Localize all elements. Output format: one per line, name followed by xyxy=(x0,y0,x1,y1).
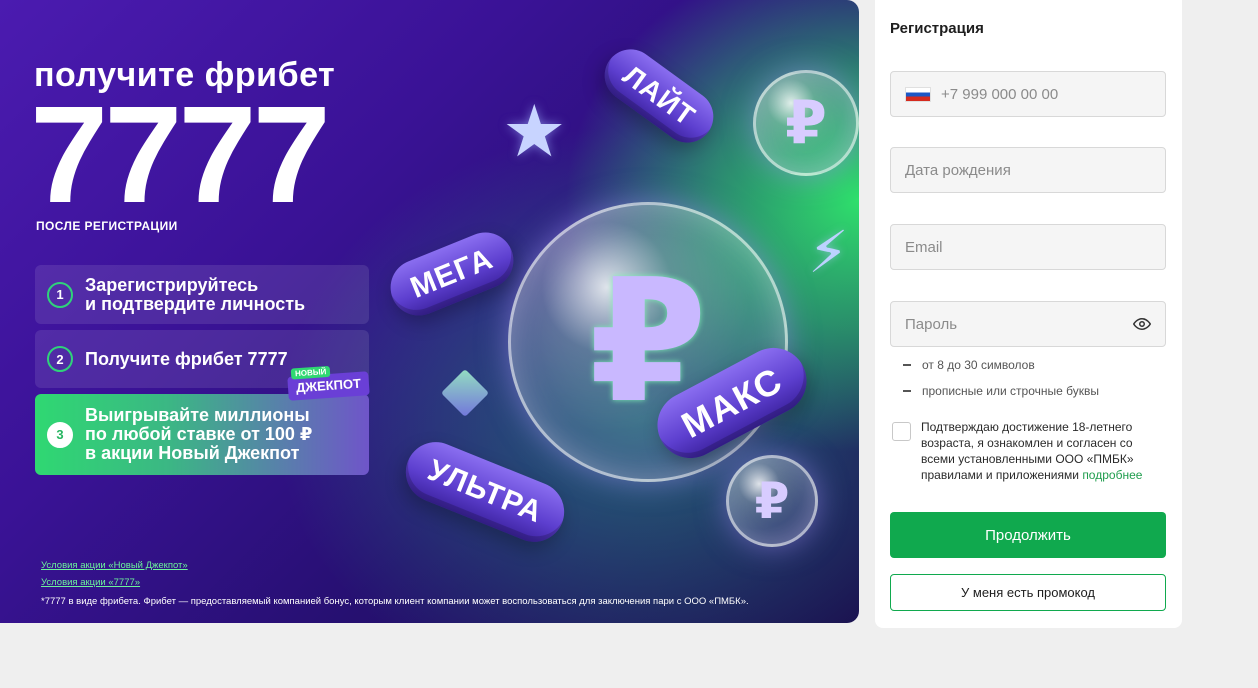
pill-mega: МЕГА xyxy=(382,224,522,324)
registration-title: Регистрация xyxy=(890,20,984,37)
hint-dash xyxy=(903,364,911,366)
promo-banner: ₽ ₽ ₽ ★ ⚡ ЛАЙТ МЕГА МАКС УЛЬТРА получите… xyxy=(0,0,859,623)
hint-dash xyxy=(903,390,911,392)
ruble-coin-small-top: ₽ xyxy=(753,70,859,176)
step-text: Выигрывайте миллионы по любой ставке от … xyxy=(85,406,312,463)
promo-step-1: 1 Зарегистрируйтесь и подтвердите личнос… xyxy=(35,265,369,324)
promo-amount: 7777 xyxy=(30,78,331,232)
step-number: 2 xyxy=(47,346,73,372)
star-icon: ★ xyxy=(502,92,567,172)
age-agreement: Подтверждаю достижение 18-летнего возрас… xyxy=(892,419,1172,483)
step-line: Выигрывайте миллионы xyxy=(85,405,310,425)
jackpot-badge: НОВЫЙ ДЖЕКПОТ xyxy=(287,365,370,401)
email-field[interactable] xyxy=(890,224,1166,270)
jackpot-terms-link[interactable]: Условия акции «Новый Джекпот» xyxy=(41,560,188,571)
password-input[interactable] xyxy=(905,315,1125,333)
hint-text: прописные или строчные буквы xyxy=(922,384,1099,398)
step-text: Зарегистрируйтесь и подтвердите личность xyxy=(85,274,306,314)
dob-field[interactable] xyxy=(890,147,1166,193)
step-line: и подтвердите личность xyxy=(85,293,306,314)
hint-text: от 8 до 30 символов xyxy=(922,358,1035,372)
registration-card: Регистрация от 8 до 30 символов прописны… xyxy=(875,0,1182,628)
phone-input[interactable] xyxy=(941,85,1151,103)
ruble-coin-small-bottom: ₽ xyxy=(726,455,818,547)
promo-footnote: *7777 в виде фрибета. Фрибет — предостав… xyxy=(41,596,749,607)
ruble-coin-large: ₽ xyxy=(508,202,788,482)
dob-input[interactable] xyxy=(905,161,1151,179)
step-text: Получите фрибет 7777 xyxy=(85,348,288,369)
gem-icon xyxy=(440,368,490,418)
step-line: по любой ставке от 100 ₽ xyxy=(85,424,313,444)
pill-lite: ЛАЙТ xyxy=(594,39,724,153)
russia-flag-icon[interactable] xyxy=(905,86,931,102)
step-line: Зарегистрируйтесь xyxy=(85,274,259,295)
lightning-icon: ⚡ xyxy=(808,220,849,285)
continue-button[interactable]: Продолжить xyxy=(890,512,1166,558)
ruble-sign: ₽ xyxy=(754,473,790,529)
promo-code-button[interactable]: У меня есть промокод xyxy=(890,574,1166,611)
step-line: в акции Новый Джекпот xyxy=(85,443,300,463)
agreement-checkbox[interactable] xyxy=(892,422,911,441)
jackpot-name: ДЖЕКПОТ xyxy=(295,375,362,396)
email-input[interactable] xyxy=(905,238,1151,256)
step-number: 1 xyxy=(47,281,73,308)
step-number: 3 xyxy=(47,421,73,448)
password-field[interactable] xyxy=(890,301,1166,347)
pill-ultra: УЛЬТРА xyxy=(396,433,574,551)
promo-step-3: 3 Выигрывайте миллионы по любой ставке о… xyxy=(35,365,370,475)
password-hint-length: от 8 до 30 символов xyxy=(903,358,1035,372)
password-hint-case: прописные или строчные буквы xyxy=(903,384,1099,398)
ruble-sign: ₽ xyxy=(785,89,827,156)
freebet-terms-link[interactable]: Условия акции «7777» xyxy=(41,577,140,588)
agreement-details-link[interactable]: подробнее xyxy=(1082,468,1142,482)
agreement-text: Подтверждаю достижение 18-летнего возрас… xyxy=(921,419,1157,483)
phone-field[interactable] xyxy=(890,71,1166,117)
eye-icon[interactable] xyxy=(1133,315,1151,333)
promo-after-registration: ПОСЛЕ РЕГИСТРАЦИИ xyxy=(36,219,178,233)
